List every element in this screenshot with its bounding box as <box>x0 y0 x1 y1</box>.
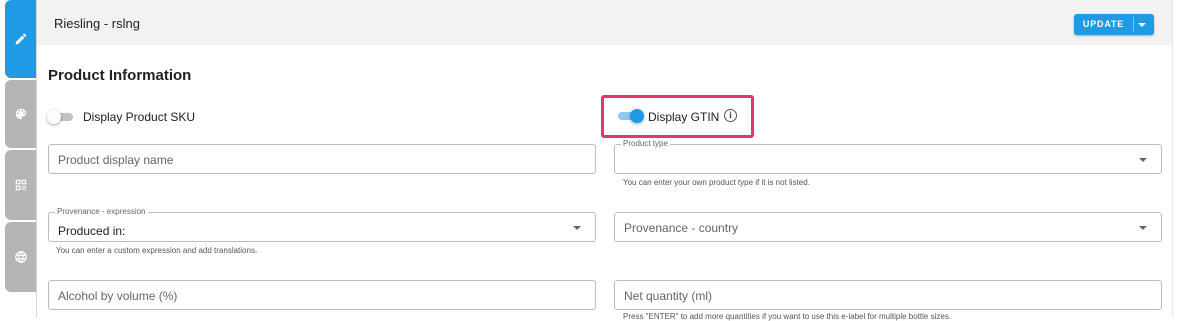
product-type-select[interactable]: Product type <box>614 139 1162 174</box>
tab-languages[interactable] <box>5 222 36 292</box>
provenance-expression-value: Produced in: <box>58 224 126 238</box>
scrollbar-edge <box>1172 0 1173 317</box>
tab-qr-code[interactable] <box>5 150 36 220</box>
update-separator <box>1133 17 1134 32</box>
product-title: Riesling - rslng <box>54 16 140 31</box>
provenance-expression-select[interactable]: Provenance - expression Produced in: <box>48 207 596 242</box>
provenance-expression-hint: You can enter a custom expression and ad… <box>56 246 258 255</box>
tab-edit[interactable] <box>5 0 36 78</box>
update-button[interactable]: UPDATE <box>1074 14 1154 35</box>
sku-toggle-label: Display Product SKU <box>83 110 196 124</box>
alcohol-field[interactable]: Alcohol by volume (%) <box>48 280 596 310</box>
tab-design[interactable] <box>5 80 36 148</box>
alcohol-placeholder: Alcohol by volume (%) <box>58 289 178 303</box>
net-quantity-placeholder: Net quantity (ml) <box>624 289 713 303</box>
chevron-down-icon[interactable] <box>1138 23 1146 27</box>
display-name-field[interactable]: Product display name <box>48 144 596 174</box>
net-quantity-field[interactable]: Net quantity (ml) <box>614 280 1162 310</box>
qr-code-icon <box>15 179 26 191</box>
pencil-icon <box>15 33 26 45</box>
provenance-expression-label: Provenance - expression <box>55 207 148 217</box>
display-name-placeholder: Product display name <box>58 153 174 167</box>
dropdown-arrow-icon <box>1139 226 1147 230</box>
provenance-country-placeholder: Provenance - country <box>624 221 739 235</box>
side-tabs <box>0 0 36 317</box>
header-bar: Riesling - rslng UPDATE <box>37 0 1172 45</box>
main-panel: Riesling - rslng UPDATE Product Informat… <box>37 0 1172 321</box>
toggle-knob <box>47 110 61 124</box>
dropdown-arrow-icon <box>1139 158 1147 162</box>
update-label: UPDATE <box>1082 19 1125 29</box>
info-icon[interactable] <box>724 109 737 122</box>
provenance-country-select[interactable]: Provenance - country <box>614 212 1162 242</box>
globe-icon <box>14 251 27 263</box>
gtin-toggle[interactable] <box>616 108 644 124</box>
product-type-label: Product type <box>621 139 670 149</box>
sku-toggle[interactable] <box>47 109 75 125</box>
product-type-hint: You can enter your own product type if i… <box>623 178 810 187</box>
toggle-knob <box>630 109 644 123</box>
dropdown-arrow-icon <box>573 226 581 230</box>
section-title: Product Information <box>48 67 192 84</box>
palette-icon <box>15 108 26 120</box>
gtin-toggle-label: Display GTIN <box>648 110 720 124</box>
